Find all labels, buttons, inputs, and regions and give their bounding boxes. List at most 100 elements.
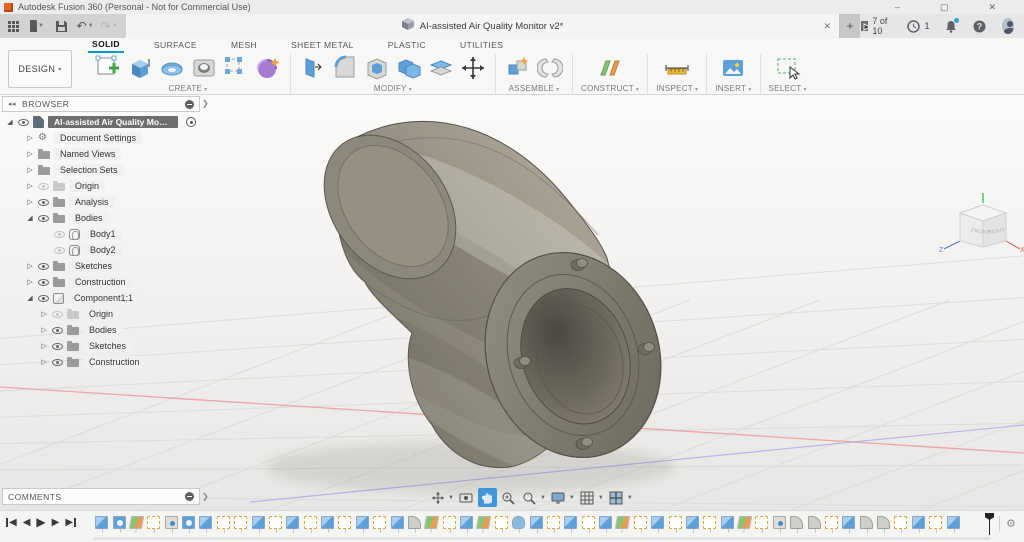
timeline-feature-plane[interactable] [615,516,630,529]
timeline-feature-extrude[interactable] [199,516,212,529]
timeline-feature-extrude[interactable] [530,516,543,529]
panel-display-toggle-icon[interactable] [185,100,194,109]
timeline-feature-sketch[interactable] [894,516,907,529]
panel-grip[interactable]: ❯ [202,99,209,108]
tree-item-component-origin[interactable]: ▷ Origin [2,306,208,322]
timeline-feature-sketch[interactable] [217,516,230,529]
redo-icon[interactable]: ↷▼ [102,19,116,33]
visibility-eye-icon[interactable] [38,279,49,286]
timeline-feature-extrude[interactable] [947,516,960,529]
timeline-feature-sketch[interactable] [234,516,247,529]
viewports-dropdown-icon[interactable]: ▼ [627,495,633,501]
timeline-go-to-end-button[interactable]: ▶ [65,517,76,528]
minimize-button[interactable]: – [895,2,900,13]
job-status[interactable]: 7 of 10 [860,16,891,36]
joint-icon[interactable] [536,54,564,82]
activate-component-icon[interactable] [186,117,196,127]
timeline-feature-sketch[interactable] [304,516,317,529]
tree-item-component1[interactable]: ◢ Component1:1 [2,290,208,306]
undo-icon[interactable]: ↶▼ [78,19,92,33]
timeline-feature-sketch[interactable] [338,516,351,529]
timeline-feature-shell[interactable] [182,516,195,529]
expand-arrow-icon[interactable]: ◢ [26,294,34,302]
timeline-feature-extrude[interactable] [651,516,664,529]
construct-group-label[interactable]: CONSTRUCT [581,84,639,93]
tab-utilities[interactable]: UTILITIES [456,39,507,52]
inspect-group-label[interactable]: INSPECT [656,84,698,93]
zoom-icon[interactable] [499,488,518,507]
visibility-eye-icon[interactable] [52,327,63,334]
panel-collapse-icon[interactable]: ◂◂ [8,100,16,108]
document-tab[interactable]: AI-assisted Air Quality Monitor v2* ✕ [126,14,840,38]
construct-plane-icon[interactable] [596,54,624,82]
avatar[interactable] [1002,18,1014,34]
timeline-feature-extrude[interactable] [686,516,699,529]
timeline-feature-plane[interactable] [424,516,439,529]
comments-toggle-icon[interactable] [185,492,194,501]
tab-sheet-metal[interactable]: SHEET METAL [287,39,358,52]
timeline-play-button[interactable]: ▶ [36,515,45,529]
visibility-eye-icon[interactable] [54,247,65,254]
tree-item-construction[interactable]: ▷ Construction [2,274,208,290]
grid-layout-icon[interactable] [578,488,597,507]
timeline-feature-sketch[interactable] [634,516,647,529]
timeline-go-to-start-button[interactable]: ◀ [6,517,17,528]
extrude-icon[interactable] [126,54,154,82]
timeline-feature-sketch[interactable] [669,516,682,529]
maximize-button[interactable]: ▢ [940,2,949,13]
tab-surface[interactable]: SURFACE [150,39,201,52]
timeline-feature-hole[interactable] [773,516,786,529]
expand-arrow-icon[interactable]: ▷ [40,310,48,318]
timeline-feature-fillet[interactable] [877,516,890,529]
expand-arrow-icon[interactable]: ◢ [6,118,14,126]
timeline-feature-extrude[interactable] [460,516,473,529]
tree-item-selection-sets[interactable]: ▷ Selection Sets [2,162,208,178]
timeline-feature-extrude[interactable] [252,516,265,529]
visibility-eye-icon[interactable] [38,183,49,190]
expand-arrow-icon[interactable]: ▷ [26,278,34,286]
timeline-feature-sketch[interactable] [443,516,456,529]
timeline-feature-sketch[interactable] [269,516,282,529]
timeline-feature-extrude[interactable] [321,516,334,529]
tree-item-document-settings[interactable]: ▷ ⚙ Document Settings [2,130,208,146]
comments-panel[interactable]: COMMENTS [2,488,200,505]
tree-item-analysis[interactable]: ▷ Analysis [2,194,208,210]
tree-item-component-construction[interactable]: ▷ Construction [2,354,208,370]
grid-dropdown-icon[interactable]: ▼ [598,495,604,501]
timeline-feature-extrude[interactable] [95,516,108,529]
tree-item-body2[interactable]: Body2 [2,242,208,258]
pan-icon[interactable] [478,488,497,507]
measure-icon[interactable] [663,54,691,82]
pattern-icon[interactable] [222,54,250,82]
tab-plastic[interactable]: PLASTIC [384,39,430,52]
visibility-eye-icon[interactable] [38,199,49,206]
design-workspace-button[interactable]: DESIGN [8,50,72,88]
timeline-feature-extrude[interactable] [842,516,855,529]
fit-icon[interactable] [520,488,539,507]
expand-arrow-icon[interactable]: ▷ [26,262,34,270]
timeline-feature-plane[interactable] [129,516,144,529]
expand-arrow-icon[interactable]: ▷ [26,134,34,142]
expand-arrow-icon[interactable]: ▷ [40,358,48,366]
timeline-step-back-button[interactable]: ◀ [23,517,31,528]
timeline-feature-sketch[interactable] [547,516,560,529]
visibility-eye-icon[interactable] [38,215,49,222]
visibility-eye-icon[interactable] [18,119,29,126]
timeline-position-marker[interactable] [985,513,994,535]
timeline-feature-fillet[interactable] [408,516,421,529]
visibility-eye-icon[interactable] [52,311,63,318]
close-window-button[interactable]: ✕ [988,2,996,13]
timeline-feature-extrude[interactable] [912,516,925,529]
timeline-step-forward-button[interactable]: ▶ [52,517,60,528]
timeline-feature-sketch[interactable] [147,516,160,529]
timeline-feature-extrude[interactable] [356,516,369,529]
revolve-icon[interactable] [158,54,186,82]
assemble-group-label[interactable]: ASSEMBLE [509,84,560,93]
timeline-feature-fillet[interactable] [790,516,803,529]
expand-arrow-icon[interactable]: ▷ [26,166,34,174]
tab-close-icon[interactable]: ✕ [823,21,831,32]
select-group-label[interactable]: SELECT [769,84,807,93]
expand-arrow-icon[interactable]: ▷ [40,342,48,350]
tree-item-origin[interactable]: ▷ Origin [2,178,208,194]
timeline-feature-plane[interactable] [737,516,752,529]
